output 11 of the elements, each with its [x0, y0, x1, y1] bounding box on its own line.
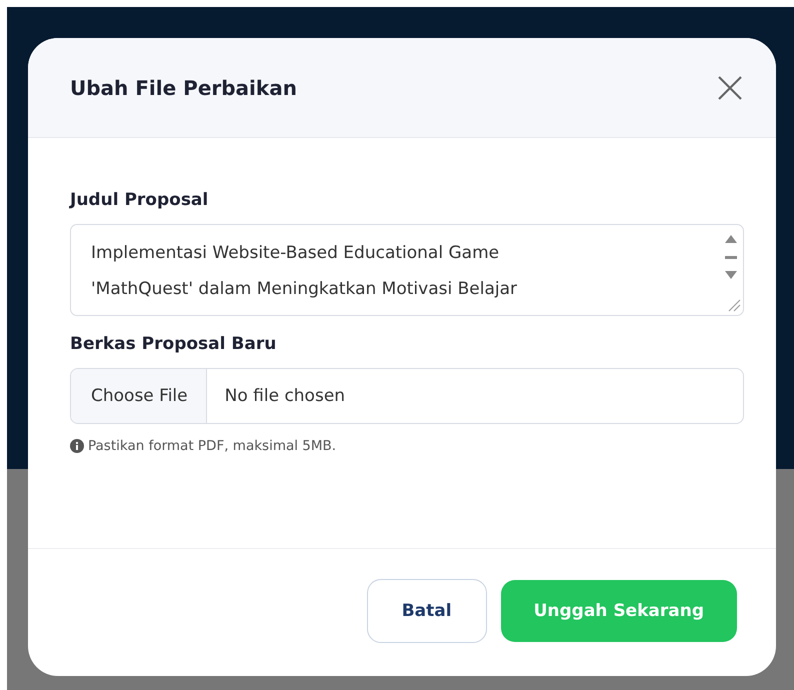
dialog-title: Ubah File Perbaikan: [70, 76, 297, 100]
cancel-button[interactable]: Batal: [366, 578, 487, 642]
field-label: Judul Proposal: [70, 190, 210, 210]
close-button[interactable]: [716, 74, 744, 102]
choose-file-button[interactable]: Choose File: [71, 369, 207, 423]
info-icon: [70, 439, 84, 453]
field-label: Berkas Proposal Baru: [70, 334, 278, 354]
file-name-text: No file chosen: [224, 385, 346, 408]
hint-text: Pastikan format PDF, maksimal 5MB.: [88, 438, 336, 454]
title-textarea[interactable]: Implementasi Website-Based Educational Game 'MathQuest' dalam Meningkatkan Motivasi Belajar: [70, 224, 744, 316]
file-input[interactable]: Choose File No file chosen: [70, 368, 744, 424]
